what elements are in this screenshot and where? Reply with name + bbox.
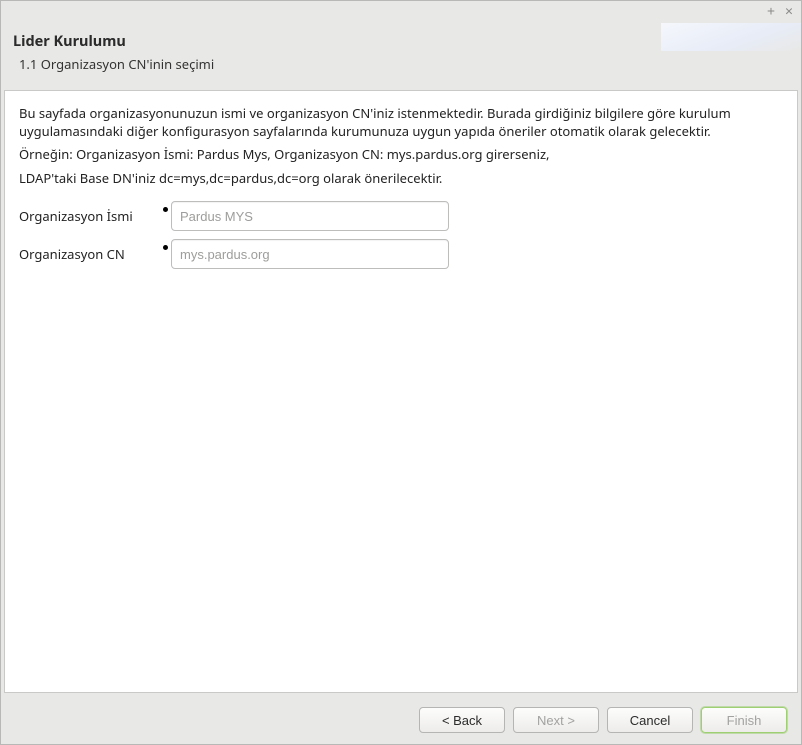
next-button: Next > (513, 707, 599, 733)
window-titlebar: + × (1, 1, 801, 23)
org-name-input[interactable] (171, 201, 449, 231)
wizard-window: + × Lider Kurulumu 1.1 Organizasyon CN'i… (0, 0, 802, 745)
cancel-button[interactable]: Cancel (607, 707, 693, 733)
wizard-content: Bu sayfada organizasyonunuzun ismi ve or… (4, 90, 798, 693)
window-close-icon[interactable]: × (785, 5, 793, 19)
org-cn-input[interactable] (171, 239, 449, 269)
org-cn-label: Organizasyon CN (19, 245, 161, 263)
finish-button: Finish (701, 707, 787, 733)
org-name-row: Organizasyon İsmi (19, 201, 783, 231)
wizard-header: Lider Kurulumu 1.1 Organizasyon CN'inin … (1, 23, 801, 87)
intro-paragraph-2: Örneğin: Organizasyon İsmi: Pardus Mys, … (19, 146, 783, 164)
content-outer: Bu sayfada organizasyonunuzun ismi ve or… (1, 87, 801, 696)
org-cn-row: Organizasyon CN (19, 239, 783, 269)
window-add-icon[interactable]: + (767, 5, 775, 19)
wizard-title: Lider Kurulumu (13, 31, 789, 51)
org-name-label: Organizasyon İsmi (19, 207, 161, 225)
intro-paragraph-1: Bu sayfada organizasyonunuzun ismi ve or… (19, 105, 783, 140)
back-button[interactable]: < Back (419, 707, 505, 733)
org-form: Organizasyon İsmi Organizasyon CN (19, 201, 783, 269)
wizard-subtitle: 1.1 Organizasyon CN'inin seçimi (13, 55, 789, 73)
wizard-footer: < Back Next > Cancel Finish (1, 696, 801, 744)
intro-paragraph-3: LDAP'taki Base DN'iniz dc=mys,dc=pardus,… (19, 170, 783, 188)
